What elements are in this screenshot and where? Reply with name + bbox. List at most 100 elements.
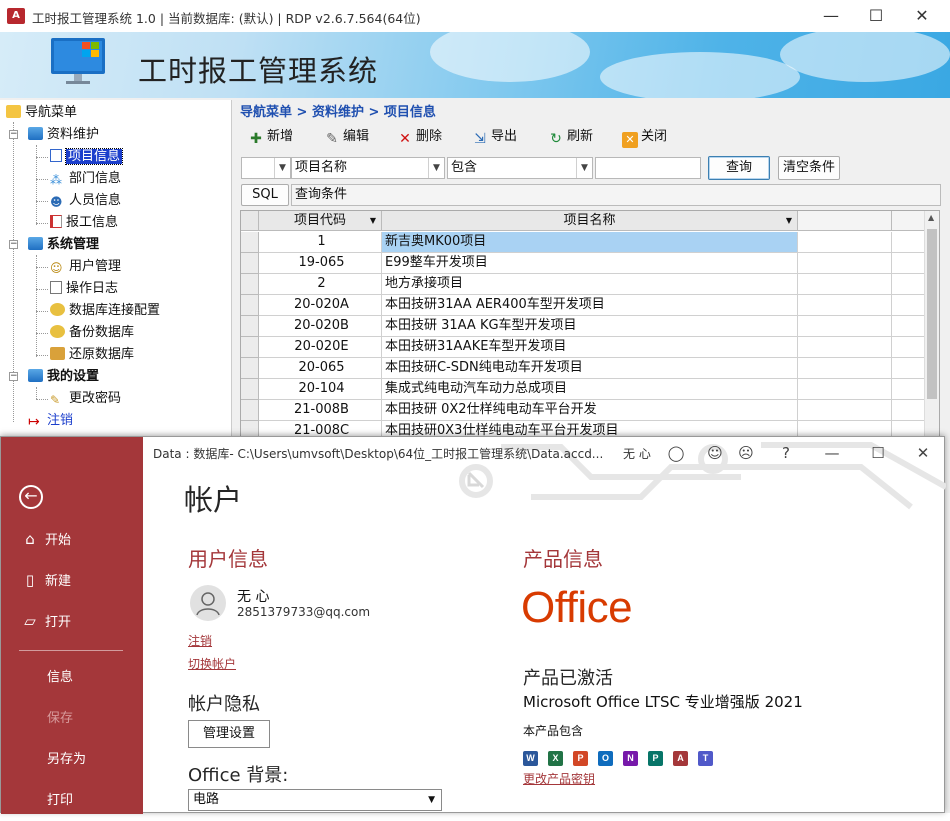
add-button[interactable]: ✚ 新增 [248,127,293,147]
cell-project-name[interactable]: 本田技研C-SDN纯电动车开发项目 [382,358,798,379]
collapse-toggle[interactable]: − [9,130,18,139]
nav-group-system[interactable]: 系统管理 [28,235,99,255]
row-selector[interactable] [241,379,259,400]
nav-item-staff-info[interactable]: ☻ 人员信息 [50,191,121,211]
nav-item-change-password[interactable]: ✎ 更改密码 [50,389,121,409]
close-button[interactable]: ✕ [899,0,945,32]
cell-project-name[interactable]: E99整车开发项目 [382,253,798,274]
change-product-key-link[interactable]: 更改产品密钥 [523,770,595,787]
cell-project-code[interactable]: 20-020E [259,337,382,358]
back-arrow-icon[interactable]: ← [19,485,43,509]
backstage-info[interactable]: 信息 [1,658,143,698]
table-row[interactable]: 21-008B 本田技研 0X2仕样纯电动车平台开发 [241,400,939,421]
nav-group-data[interactable]: 资料维护 [28,125,99,145]
column-header-code[interactable]: 项目代码 ▼ [259,211,382,231]
nav-item-db-config[interactable]: 数据库连接配置 [50,301,160,321]
table-row[interactable]: 20-104 集成式纯电动汽车动力总成项目 [241,379,939,400]
backstage-home[interactable]: ⌂ 开始 [1,519,143,559]
table-row[interactable]: 2 地方承接项目 [241,274,939,295]
frown-feedback-icon[interactable]: ☹ [732,441,760,465]
vertical-scrollbar[interactable]: ▲ [924,211,939,439]
export-button[interactable]: ⇲ 导出 [472,127,517,147]
office-background-select[interactable]: 电路 ▼ [188,789,442,811]
table-row[interactable]: 1 新吉奥MK00项目 [241,232,939,253]
office-maximize-button[interactable]: ☐ [864,441,892,465]
row-selector[interactable] [241,400,259,421]
cell-project-code[interactable]: 1 [259,232,382,253]
user-avatar-icon[interactable]: ◯ [662,441,690,465]
background-heading: Office 背景: [188,765,289,786]
minimize-button[interactable]: — [808,0,854,32]
cell-project-name[interactable]: 本田技研31AA AER400车型开发项目 [382,295,798,316]
cell-project-name[interactable]: 地方承接项目 [382,274,798,295]
collapse-toggle[interactable]: − [9,240,18,249]
cell-project-code[interactable]: 2 [259,274,382,295]
projects-grid[interactable]: 项目代码 ▼ 项目名称 ▼ 1 新吉奥MK00项目 19-065 E99整车开发项目 2 地方… [240,210,940,440]
backstage-save-as[interactable]: 另存为 [1,740,143,780]
cell-project-code[interactable]: 19-065 [259,253,382,274]
query-conditions-field[interactable]: 查询条件 [291,184,941,206]
table-row[interactable]: 19-065 E99整车开发项目 [241,253,939,274]
logic-select[interactable]: ▼ [241,157,291,179]
sign-out-link[interactable]: 注销 [188,632,212,649]
backstage-new[interactable]: ▯ 新建 [1,560,143,600]
cell-project-name[interactable]: 本田技研 31AA KG车型开发项目 [382,316,798,337]
cell-project-name[interactable]: 新吉奥MK00项目 [382,232,798,253]
grid-corner[interactable] [241,211,259,231]
filter-value-input[interactable] [595,157,701,179]
query-button[interactable]: 查询 [708,156,770,180]
office-close-button[interactable]: ✕ [909,441,937,465]
column-header-name[interactable]: 项目名称 ▼ [382,211,798,231]
table-row[interactable]: 20-020A 本田技研31AA AER400车型开发项目 [241,295,939,316]
nav-logout[interactable]: ↦ 注销 [28,411,73,431]
manage-settings-button[interactable]: 管理设置 [188,720,270,748]
nav-item-user-management[interactable]: ☺ 用户管理 [50,257,121,277]
table-row[interactable]: 20-065 本田技研C-SDN纯电动车开发项目 [241,358,939,379]
operator-select[interactable]: 包含 ▼ [447,157,593,179]
empty-cell [798,400,892,421]
sql-button[interactable]: SQL [241,184,289,206]
nav-item-operation-log[interactable]: 操作日志 [50,279,118,299]
nav-item-department-info[interactable]: ⁂ 部门信息 [50,169,121,189]
field-select[interactable]: 项目名称 ▼ [291,157,445,179]
row-selector[interactable] [241,295,259,316]
row-selector[interactable] [241,358,259,379]
cell-project-code[interactable]: 20-065 [259,358,382,379]
backstage-print[interactable]: 打印 [1,781,143,821]
nav-item-report-info[interactable]: 报工信息 [50,213,118,233]
row-selector[interactable] [241,316,259,337]
cell-project-name[interactable]: 本田技研 0X2仕样纯电动车平台开发 [382,400,798,421]
collapse-toggle[interactable]: − [9,372,18,381]
clear-conditions-button[interactable]: 清空条件 [778,156,840,180]
nav-item-restore-db[interactable]: 还原数据库 [50,345,134,365]
delete-button[interactable]: ✕ 删除 [397,127,442,147]
cell-project-code[interactable]: 20-020A [259,295,382,316]
nav-root[interactable]: 导航菜单 [6,103,77,123]
maximize-button[interactable]: ☐ [853,0,899,32]
nav-item-backup-db[interactable]: 备份数据库 [50,323,134,343]
row-selector[interactable] [241,253,259,274]
refresh-button[interactable]: ↻ 刷新 [548,127,593,147]
empty-cell [798,274,892,295]
switch-account-link[interactable]: 切换帐户 [188,655,236,672]
help-button[interactable]: ? [772,441,800,465]
smile-feedback-icon[interactable]: ☺ [701,441,729,465]
office-minimize-button[interactable]: — [818,441,846,465]
table-row[interactable]: 20-020E 本田技研31AAKE车型开发项目 [241,337,939,358]
row-selector[interactable] [241,274,259,295]
nav-group-settings[interactable]: 我的设置 [28,367,99,387]
table-row[interactable]: 20-020B 本田技研 31AA KG车型开发项目 [241,316,939,337]
cell-project-code[interactable]: 21-008B [259,400,382,421]
row-selector[interactable] [241,337,259,358]
row-selector[interactable] [241,232,259,253]
export-icon: ⇲ [474,131,486,147]
cell-project-name[interactable]: 本田技研31AAKE车型开发项目 [382,337,798,358]
nav-item-project-info[interactable]: 项目信息 [50,147,124,167]
backstage-open[interactable]: ▱ 打开 [1,601,143,641]
cell-project-code[interactable]: 20-104 [259,379,382,400]
cell-project-code[interactable]: 20-020B [259,316,382,337]
close-form-button[interactable]: ✕ 关闭 [622,127,667,148]
edit-button[interactable]: ✎ 编辑 [324,127,369,147]
signed-in-user[interactable]: 无 心 [623,445,651,462]
cell-project-name[interactable]: 集成式纯电动汽车动力总成项目 [382,379,798,400]
